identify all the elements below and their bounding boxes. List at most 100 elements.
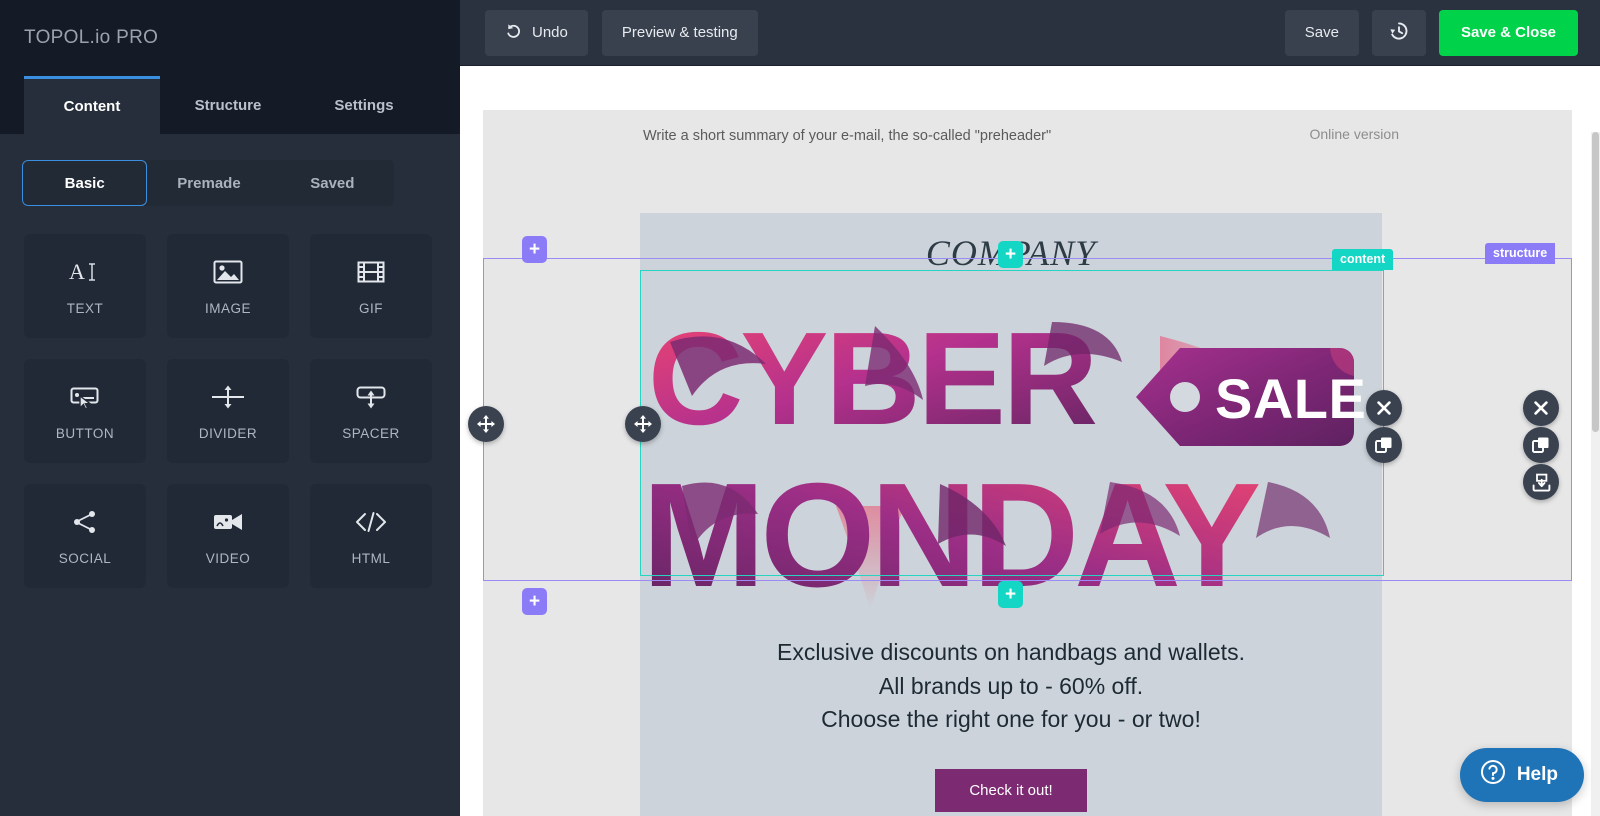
plus-icon: + xyxy=(1004,584,1017,605)
top-toolbar: Undo Preview & testing Save Save & Close xyxy=(460,0,1600,66)
version-history-button[interactable] xyxy=(1371,9,1426,56)
left-sidebar: TOPOL.io PRO Content Structure Settings … xyxy=(0,0,460,816)
block-tile-social[interactable]: SOCIAL xyxy=(24,484,146,588)
structure-save-block-button[interactable] xyxy=(1523,464,1559,500)
email-canvas[interactable]: Write a short summary of your e-mail, th… xyxy=(460,66,1600,816)
block-tile-image[interactable]: IMAGE xyxy=(167,234,289,338)
tab-settings-label: Settings xyxy=(334,96,394,114)
save-and-close-label: Save & Close xyxy=(1460,24,1556,41)
body-line-2: All brands up to - 60% off. xyxy=(878,672,1144,699)
history-clock-icon xyxy=(1388,20,1410,46)
save-block-icon xyxy=(1532,473,1551,492)
brand-bar: TOPOL.io PRO xyxy=(0,0,460,76)
text-icon: A xyxy=(68,257,102,287)
body-copy[interactable]: Exclusive discounts on handbags and wall… xyxy=(640,614,1382,737)
content-duplicate-button[interactable] xyxy=(1366,427,1402,463)
image-icon xyxy=(213,257,243,287)
duplicate-icon xyxy=(1375,436,1393,454)
add-structure-below-button[interactable]: + xyxy=(522,588,547,615)
undo-label: Undo xyxy=(532,24,568,41)
code-icon xyxy=(355,507,387,537)
check-it-out-label: Check it out! xyxy=(969,781,1053,799)
cyber-monday-artwork: CYBER SALE xyxy=(642,305,1366,614)
block-tile-spacer[interactable]: SPACER xyxy=(310,359,432,463)
help-button[interactable]: Help xyxy=(1459,748,1584,802)
block-tile-video[interactable]: VIDEO xyxy=(167,484,289,588)
content-drag-handle[interactable] xyxy=(625,406,661,442)
block-tile-html[interactable]: HTML xyxy=(310,484,432,588)
subtab-premade-label: Premade xyxy=(177,174,241,192)
canvas-scrollbar-thumb[interactable] xyxy=(1592,132,1599,432)
svg-text:A: A xyxy=(69,259,85,284)
block-tile-image-label: IMAGE xyxy=(204,300,251,316)
preheader-text[interactable]: Write a short summary of your e-mail, th… xyxy=(643,126,1343,147)
hero-image[interactable]: CYBER SALE xyxy=(640,296,1382,614)
block-tile-gif[interactable]: GIF xyxy=(310,234,432,338)
save-label: Save xyxy=(1304,24,1339,41)
content-delete-button[interactable] xyxy=(1366,390,1402,426)
tab-structure-label: Structure xyxy=(194,96,262,114)
email-body: COMPANY xyxy=(640,213,1382,816)
video-camera-icon xyxy=(212,507,244,537)
toolbar-left-group: Undo Preview & testing xyxy=(485,9,758,56)
block-tile-button[interactable]: BUTTON xyxy=(24,359,146,463)
plus-icon: + xyxy=(528,239,541,260)
add-structure-above-button[interactable]: + xyxy=(522,236,547,263)
structure-badge[interactable]: structure xyxy=(1485,243,1556,264)
cta-wrapper: Check it out! xyxy=(640,737,1382,812)
block-tile-button-label: BUTTON xyxy=(55,425,115,441)
undo-button[interactable]: Undo xyxy=(485,9,588,56)
check-it-out-button[interactable]: Check it out! xyxy=(935,768,1087,812)
content-badge[interactable]: content xyxy=(1332,249,1394,270)
structure-duplicate-button[interactable] xyxy=(1523,427,1559,463)
email-stage: Write a short summary of your e-mail, th… xyxy=(483,110,1572,816)
preview-testing-label: Preview & testing xyxy=(621,24,738,41)
spacer-icon xyxy=(355,382,387,412)
subtab-basic-label: Basic xyxy=(64,174,105,192)
tab-content[interactable]: Content xyxy=(24,76,160,134)
body-line-1: Exclusive discounts on handbags and wall… xyxy=(777,639,1245,665)
preview-testing-button[interactable]: Preview & testing xyxy=(601,9,758,56)
save-and-close-button[interactable]: Save & Close xyxy=(1438,9,1578,56)
subtab-premade[interactable]: Premade xyxy=(147,160,270,206)
move-arrows-icon xyxy=(477,415,495,433)
block-tile-divider-label: DIVIDER xyxy=(198,425,258,441)
add-content-above-button[interactable]: + xyxy=(998,241,1023,268)
close-icon xyxy=(1534,401,1548,415)
structure-drag-handle[interactable] xyxy=(468,406,504,442)
undo-icon xyxy=(505,22,523,44)
canvas-scrollbar[interactable] xyxy=(1591,132,1600,816)
gif-icon xyxy=(357,257,385,287)
block-tile-divider[interactable]: DIVIDER xyxy=(167,359,289,463)
duplicate-icon xyxy=(1532,436,1550,454)
app-brand-title: TOPOL.io PRO xyxy=(24,27,159,48)
block-tile-gif-label: GIF xyxy=(359,300,383,316)
structure-delete-button[interactable] xyxy=(1523,390,1559,426)
svg-text:SALE: SALE xyxy=(1215,367,1366,430)
subtab-saved[interactable]: Saved xyxy=(271,160,394,206)
block-tile-html-label: HTML xyxy=(351,550,391,566)
subtab-basic[interactable]: Basic xyxy=(22,160,148,206)
question-circle-icon xyxy=(1480,759,1506,791)
block-tile-video-label: VIDEO xyxy=(205,550,251,566)
block-tile-spacer-label: SPACER xyxy=(342,425,400,441)
online-version-link[interactable]: Online version xyxy=(1310,126,1400,142)
plus-icon: + xyxy=(528,591,541,612)
tab-structure[interactable]: Structure xyxy=(160,76,296,134)
move-arrows-icon xyxy=(634,415,652,433)
content-blocks-grid: A TEXT IMAGE GIF BUTTON DIVIDER SPACER S… xyxy=(0,206,460,588)
block-tile-text[interactable]: A TEXT xyxy=(24,234,146,338)
button-icon xyxy=(69,382,101,412)
tab-settings[interactable]: Settings xyxy=(296,76,432,134)
social-share-icon xyxy=(72,507,98,537)
save-button[interactable]: Save xyxy=(1284,9,1359,56)
divider-icon xyxy=(211,382,245,412)
sidebar-tabs: Content Structure Settings xyxy=(0,76,460,134)
close-icon xyxy=(1377,401,1391,415)
add-content-below-button[interactable]: + xyxy=(998,581,1023,608)
subtabs-group: Basic Premade Saved xyxy=(22,160,394,206)
tab-content-label: Content xyxy=(63,98,121,115)
toolbar-right-group: Save Save & Close xyxy=(1284,9,1578,56)
block-tile-social-label: SOCIAL xyxy=(58,550,112,566)
subtabs-wrapper: Basic Premade Saved xyxy=(0,134,460,206)
